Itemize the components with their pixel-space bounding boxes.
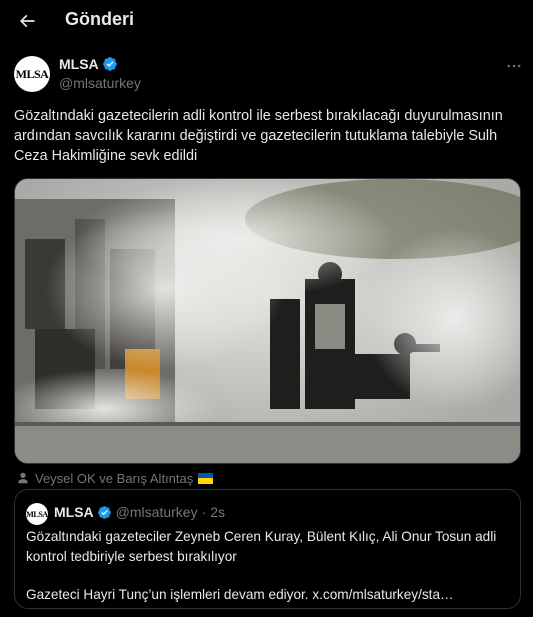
photo-image: [15, 179, 520, 463]
quote-header: MLSA @mlsaturkey · 2s: [54, 504, 225, 520]
top-bar: Gönderi: [0, 0, 533, 42]
arrow-left-icon: [19, 14, 35, 28]
person-icon: [18, 472, 28, 484]
quote-body: Gözaltındaki gazeteciler Zeyneb Ceren Ku…: [26, 527, 511, 605]
tweet-text: Gözaltındaki gazetecilerin adli kontrol …: [14, 108, 503, 164]
page-title: Gönderi: [65, 9, 135, 29]
quote-separator: ·: [201, 504, 207, 520]
avatar[interactable]: MLSA: [14, 56, 50, 92]
quote-text-line1: Gözaltındaki gazeteciler Zeyneb Ceren Ku…: [26, 529, 497, 564]
quote-avatar-text: MLSA: [26, 509, 48, 519]
author-name[interactable]: MLSA: [59, 56, 118, 72]
quote-author-name: MLSA: [54, 504, 94, 520]
verified-badge-icon: [102, 57, 117, 71]
tweet-photo[interactable]: [14, 178, 521, 464]
quote-text-line2: Gazeteci Hayri Tunç’un işlemleri devam e…: [26, 587, 454, 602]
quote-author-handle: @mlsaturkey: [115, 504, 198, 520]
back-button[interactable]: [12, 6, 42, 36]
avatar-logo-text: MLSA: [15, 66, 49, 81]
verified-badge-icon: [97, 505, 111, 519]
tagged-users[interactable]: Veysel OK ve Barış Altıntaş: [16, 469, 214, 487]
quote-timestamp: 2s: [210, 504, 226, 520]
quote-avatar: MLSA: [26, 503, 48, 525]
tagged-users-label: Veysel OK ve Barış Altıntaş: [35, 470, 194, 486]
more-button[interactable]: [504, 56, 524, 76]
author-row: MLSA MLSA @mlsaturkey: [14, 52, 524, 96]
author-handle[interactable]: @mlsaturkey: [59, 75, 141, 91]
ukraine-flag-icon: [198, 472, 214, 484]
quoted-tweet[interactable]: MLSA MLSA @mlsaturkey · 2s Gözaltındaki …: [14, 489, 521, 609]
more-horizontal-icon: [507, 64, 521, 68]
author-name-label: MLSA: [59, 56, 99, 72]
